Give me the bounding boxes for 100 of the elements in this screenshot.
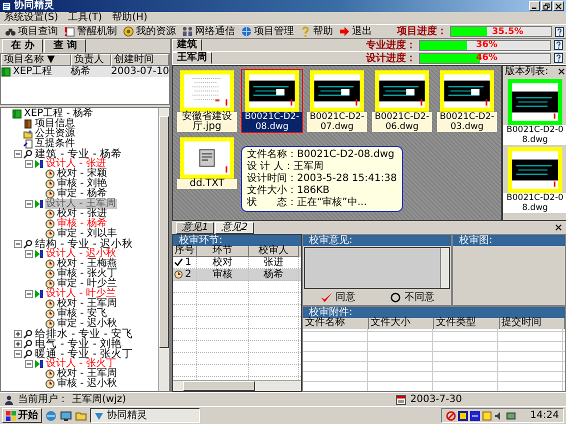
expander-toggle[interactable] — [25, 360, 33, 368]
tree-item[interactable]: 审核 - 刘艳 — [56, 179, 108, 189]
restore-button[interactable] — [541, 1, 552, 11]
expander-toggle[interactable] — [14, 330, 22, 338]
menu-item[interactable]: 帮助(H) — [112, 12, 148, 24]
tab[interactable]: 意见1 — [176, 222, 214, 234]
toolbar-button[interactable]: 警醒机制 — [61, 25, 120, 38]
expander-toggle[interactable] — [25, 200, 33, 208]
tray-icon[interactable] — [470, 410, 480, 420]
tree-item[interactable]: 设计人 - 迟小秋 — [45, 249, 117, 259]
file-item[interactable]: 安徽省建设厅.jpg — [176, 69, 238, 133]
expander-toggle[interactable] — [14, 240, 22, 248]
table-row[interactable]: XEP工程 杨希 2003-07-10 — [1, 66, 169, 77]
tree-item[interactable]: 校对 - 张进 — [56, 209, 108, 219]
minimize-button[interactable] — [529, 1, 540, 11]
menu-item[interactable]: 系统设置(S) — [4, 12, 58, 24]
menu-item[interactable]: 工具(T) — [68, 12, 102, 24]
toolbar-button[interactable]: 我的资源 — [120, 25, 179, 38]
tab[interactable]: 在 办 — [2, 39, 44, 53]
user-icon — [4, 394, 14, 404]
help-icon[interactable] — [554, 53, 563, 63]
toolbar-button[interactable]: 项目管理 — [238, 25, 297, 38]
file-item[interactable]: dd.TXT — [176, 136, 238, 190]
file-thumbnail[interactable] — [507, 147, 563, 193]
tray-icon[interactable] — [458, 410, 468, 420]
expander-toggle[interactable] — [25, 250, 33, 258]
tree-item[interactable]: 暖通 - 专业 - 张火丁 — [34, 349, 134, 359]
tree-item[interactable]: 设计人 - 王军周 — [45, 199, 117, 209]
help-icon[interactable] — [555, 26, 564, 36]
help-icon[interactable] — [554, 40, 563, 50]
tab[interactable]: 意见2 — [215, 222, 254, 234]
scrollbar[interactable] — [158, 108, 169, 391]
close-icon[interactable] — [558, 68, 565, 75]
file-item[interactable]: B0021C-D2-07.dwg — [306, 69, 368, 133]
tree-item[interactable]: 校对 - 王军周 — [56, 299, 118, 309]
clock-icon — [45, 369, 55, 379]
expander-toggle[interactable] — [25, 290, 33, 298]
tree-item[interactable]: 结构 - 专业 - 迟小秋 — [34, 239, 134, 249]
tree-item[interactable]: 审定 - 杨希 — [56, 189, 108, 199]
tree-item[interactable]: XEP工程 - 杨希 — [23, 109, 94, 119]
start-button[interactable]: 开始 — [2, 408, 42, 423]
tree-item[interactable]: 校对 - 王梅燕 — [56, 259, 118, 269]
opinion-field[interactable] — [304, 247, 450, 289]
agree-button[interactable]: 同意 — [318, 292, 358, 304]
toolbar-button[interactable]: 退出 — [336, 25, 375, 38]
tab[interactable]: 查 询 — [44, 39, 86, 53]
tree-item[interactable]: 建筑 - 专业 - 杨希 — [34, 149, 123, 159]
tree-item[interactable]: 公共资源 — [34, 129, 76, 139]
tab[interactable]: 建筑 — [172, 39, 202, 51]
tree-item[interactable]: 设计人 - 张火丁 — [45, 359, 117, 369]
disagree-button[interactable]: 不同意 — [386, 292, 436, 304]
tree-item[interactable]: 审定 - 刘以丰 — [56, 229, 118, 239]
file-thumbnail[interactable] — [507, 79, 563, 125]
toolbar-button[interactable]: 网络通信 — [179, 25, 238, 38]
tree-item[interactable]: 校对 - 宋颖 — [56, 169, 108, 179]
folder-icon[interactable] — [75, 410, 87, 422]
tree-item[interactable]: 给排水 - 专业 - 安飞 — [34, 329, 134, 339]
check-icon — [320, 292, 332, 303]
tree-item[interactable]: 设计人 - 叶少兰 — [45, 289, 117, 299]
file-thumbnail — [310, 70, 364, 112]
progress-reading: 35.5% — [492, 26, 524, 36]
tree-item[interactable]: 设计人 - 张进 — [45, 159, 107, 169]
close-icon[interactable] — [555, 224, 562, 231]
flag-icon — [34, 199, 44, 209]
clock-icon — [45, 279, 55, 289]
tree-item[interactable]: 互提条件 — [34, 139, 76, 149]
expander-toggle[interactable] — [14, 350, 22, 358]
clock-icon — [45, 189, 55, 199]
column-header[interactable]: 序号 — [173, 246, 197, 257]
tree-item[interactable]: 审核 - 杨希 — [56, 219, 108, 229]
toolbar-button[interactable]: 项目查询 — [2, 25, 61, 38]
file-item[interactable]: B0021C-D2-03.dwg — [436, 69, 498, 133]
tree-item[interactable]: 审定 - 叶少兰 — [56, 279, 118, 289]
toolbar-button[interactable]: 帮助 — [297, 25, 336, 38]
tree-item[interactable]: 项目信息 — [34, 119, 76, 129]
close-button[interactable] — [553, 1, 564, 11]
file-thumbnail — [180, 70, 234, 112]
expander-toggle[interactable] — [14, 150, 22, 158]
tab[interactable]: 王军周 — [172, 52, 212, 64]
file-thumbnail — [440, 70, 494, 112]
scrollbar[interactable] — [173, 380, 301, 391]
tree-item[interactable]: 校对 - 王军周 — [56, 369, 118, 379]
expander-toggle[interactable] — [25, 160, 33, 168]
browser-icon[interactable] — [45, 410, 57, 422]
taskbar-button[interactable]: 协同精灵 — [90, 408, 200, 423]
tree-item[interactable]: 电气 - 专业 - 刘艳 — [34, 339, 123, 349]
table-cell-text: XEP工程 — [12, 66, 54, 77]
tree-item[interactable]: 审核 - 迟小秋 — [56, 379, 118, 389]
tree-item[interactable]: 审定 - 迟小秋 — [56, 319, 118, 329]
tray-icon[interactable] — [506, 410, 516, 420]
file-item[interactable]: B0021C-D2-08.dwg — [241, 69, 303, 133]
file-item[interactable]: B0021C-D2-06.dwg — [371, 69, 433, 133]
desktop-icon[interactable] — [60, 410, 72, 422]
book-icon — [12, 109, 22, 119]
table-row[interactable]: 2 审核 杨希 — [173, 269, 301, 281]
tree-item[interactable]: 审核 - 安飞 — [56, 309, 108, 319]
column-header[interactable]: 项目名称 ▼ — [1, 54, 71, 66]
expander-toggle[interactable] — [14, 340, 22, 348]
tree-item[interactable]: 审核 - 张火丁 — [56, 269, 118, 279]
table-cell: 杨希 — [249, 269, 299, 280]
